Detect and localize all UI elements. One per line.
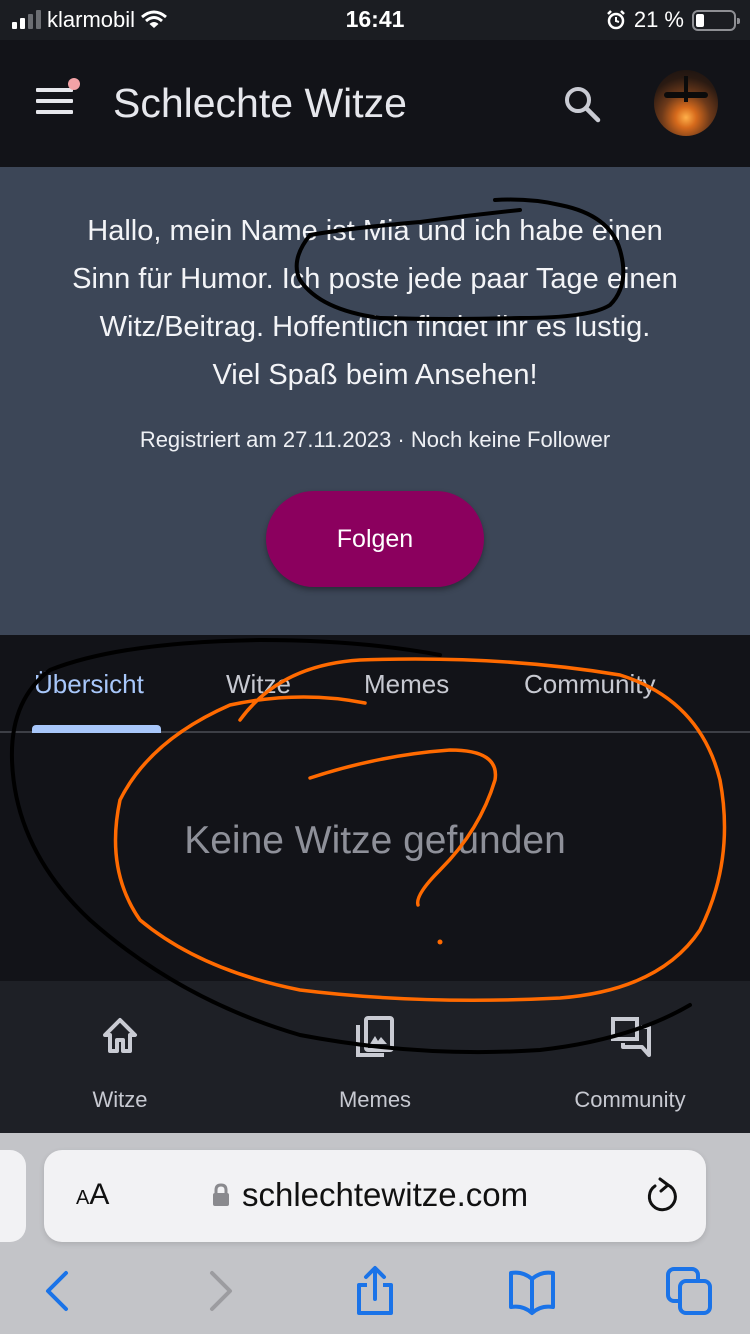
tab-memes[interactable]: Memes xyxy=(364,669,449,700)
battery-icon xyxy=(692,9,740,31)
home-icon xyxy=(103,1018,137,1053)
active-tab-indicator xyxy=(32,725,161,733)
menu-button[interactable] xyxy=(36,78,80,118)
profile-header: Hallo, mein Name ist Mia und ich habe ei… xyxy=(0,167,750,635)
tab-content: Keine Witze gefunden xyxy=(0,733,750,981)
url-field[interactable]: schlechtewitze.com xyxy=(212,1176,528,1214)
reload-icon[interactable] xyxy=(644,1176,680,1216)
nav-item-community[interactable]: Community xyxy=(540,1015,720,1113)
nav-label: Community xyxy=(574,1087,686,1112)
status-right: 21 % xyxy=(606,7,740,33)
profile-bio: Hallo, mein Name ist Mia und ich habe ei… xyxy=(20,207,730,399)
forward-icon[interactable] xyxy=(194,1265,244,1317)
search-icon[interactable] xyxy=(560,82,604,126)
share-icon[interactable] xyxy=(350,1265,400,1317)
avatar[interactable] xyxy=(654,70,718,136)
browser-toolbar: AA schlechtewitze.com xyxy=(0,1133,750,1334)
profile-tabs: Übersicht Witze Memes Community xyxy=(0,635,750,733)
bookmarks-icon[interactable] xyxy=(507,1265,557,1317)
lock-icon xyxy=(213,1183,229,1206)
bio-line: Sinn für Humor. Ich poste jede paar Tage… xyxy=(72,263,678,295)
tab-uebersicht[interactable]: Übersicht xyxy=(34,669,144,700)
notification-dot xyxy=(68,78,80,90)
airplane-image xyxy=(664,92,708,98)
text-size-button[interactable]: AA xyxy=(76,1178,109,1212)
back-icon[interactable] xyxy=(34,1265,84,1317)
empty-state-message: Keine Witze gefunden xyxy=(184,819,566,862)
tabs-icon[interactable] xyxy=(664,1265,714,1317)
profile-meta: Registriert am 27.11.2023 · Noch keine F… xyxy=(139,427,611,452)
status-bar: klarmobil 16:41 21 % xyxy=(0,0,750,40)
bottom-navigation: Witze Memes Community xyxy=(0,981,750,1133)
nav-label: Memes xyxy=(338,1087,412,1112)
nav-label: Witze xyxy=(92,1087,148,1112)
alarm-icon xyxy=(606,10,625,30)
tab-witze[interactable]: Witze xyxy=(226,669,291,700)
forum-icon xyxy=(611,1017,651,1057)
app-bar: Schlechte Witze xyxy=(0,40,750,167)
follow-button[interactable]: Folgen xyxy=(266,491,484,587)
url-text: schlechtewitze.com xyxy=(242,1176,529,1213)
bio-line: Witz/Beitrag. Hoffentlich findet ihr es … xyxy=(99,311,651,343)
address-bar[interactable]: AA schlechtewitze.com xyxy=(44,1150,706,1242)
nav-item-witze[interactable]: Witze xyxy=(30,1015,210,1113)
battery-percent: 21 % xyxy=(633,7,684,32)
bio-line: Viel Spaß beim Ansehen! xyxy=(212,359,538,391)
hamburger-menu-icon xyxy=(36,88,73,92)
bio-line: Hallo, mein Name ist Mia und ich habe ei… xyxy=(87,215,663,247)
image-gallery-icon xyxy=(356,1016,394,1057)
app-title: Schlechte Witze xyxy=(113,80,407,126)
nav-item-memes[interactable]: Memes xyxy=(285,1015,465,1113)
tab-community[interactable]: Community xyxy=(524,669,655,700)
previous-tab-preview[interactable] xyxy=(0,1150,26,1242)
battery-level xyxy=(696,13,704,27)
